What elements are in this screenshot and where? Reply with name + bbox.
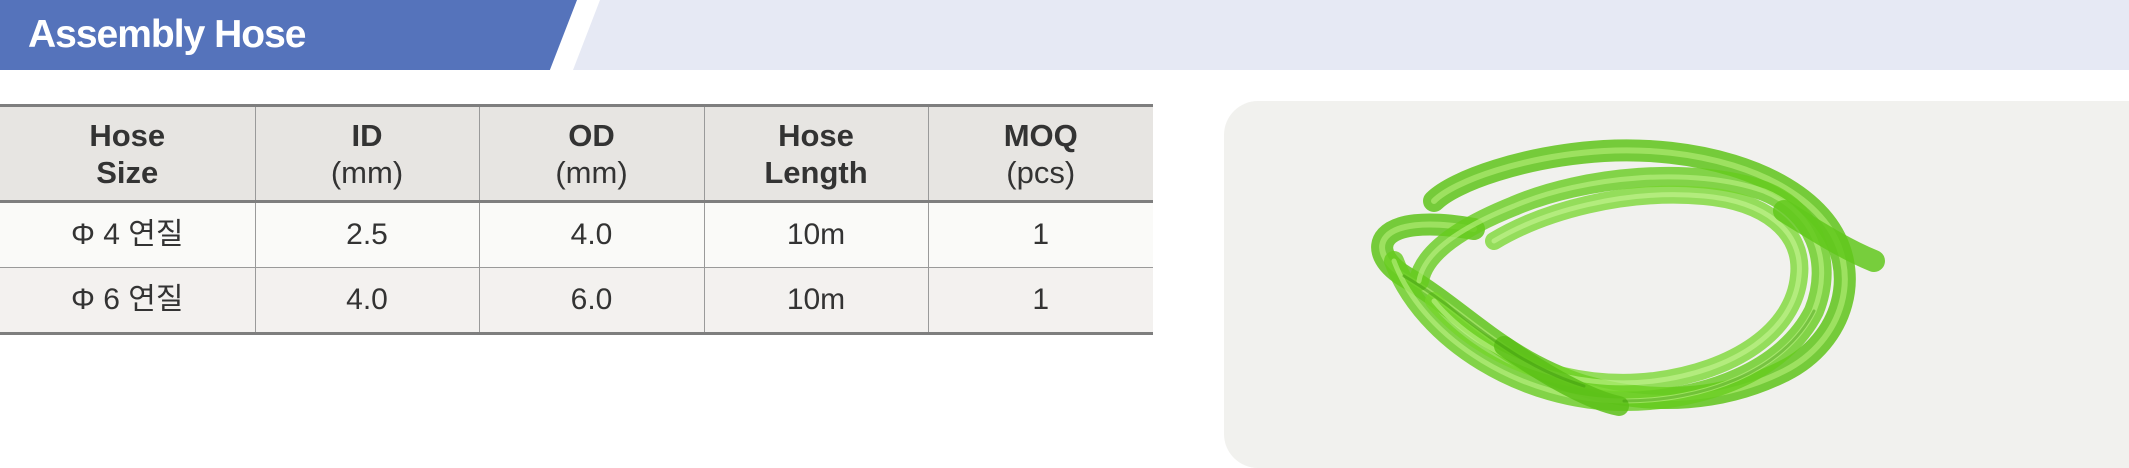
cell-od: 4.0 (478, 201, 704, 268)
coiled-hose-image (1371, 139, 1885, 416)
column-title: MOQ (1003, 117, 1078, 153)
page-title: Assembly Hose (28, 13, 306, 56)
table-row: Φ 6 연질 4.0 6.0 10m 1 (0, 267, 1153, 334)
column-unit: (pcs) (1006, 154, 1076, 190)
cell-hose-length: 10m (703, 267, 928, 334)
column-header-moq: MOQ (pcs) (927, 105, 1153, 202)
spec-table: Hose Size ID (mm) OD (mm) Hose Length MO… (0, 104, 1153, 335)
table-header-row: Hose Size ID (mm) OD (mm) Hose Length MO… (0, 105, 1153, 202)
column-title: ID (351, 117, 383, 153)
column-header-hose-length: Hose Length (703, 105, 928, 202)
cell-hose-length: 10m (703, 201, 928, 268)
header-title-bar: Assembly Hose (0, 0, 577, 70)
column-title: Hose (778, 117, 854, 153)
column-title: Hose (89, 117, 166, 153)
cell-id: 2.5 (254, 201, 479, 268)
column-header-hose-size: Hose Size (0, 106, 255, 202)
cell-od: 6.0 (478, 267, 704, 334)
column-title: OD (568, 117, 615, 153)
cell-id: 4.0 (254, 267, 479, 334)
cell-moq: 1 (927, 201, 1153, 268)
cell-moq: 1 (927, 267, 1153, 334)
column-title: Size (96, 154, 159, 190)
column-title: Length (764, 154, 868, 190)
column-unit: (mm) (555, 154, 628, 190)
product-photo-panel (1224, 101, 2129, 468)
cell-hose-size: Φ 6 연질 (71, 283, 184, 316)
table-row: Φ 4 연질 2.5 4.0 10m 1 (0, 201, 1153, 268)
column-unit: (mm) (330, 154, 404, 190)
column-header-od: OD (mm) (478, 105, 704, 202)
column-header-id: ID (mm) (254, 105, 479, 202)
cell-hose-size: Φ 4 연질 (71, 218, 184, 251)
